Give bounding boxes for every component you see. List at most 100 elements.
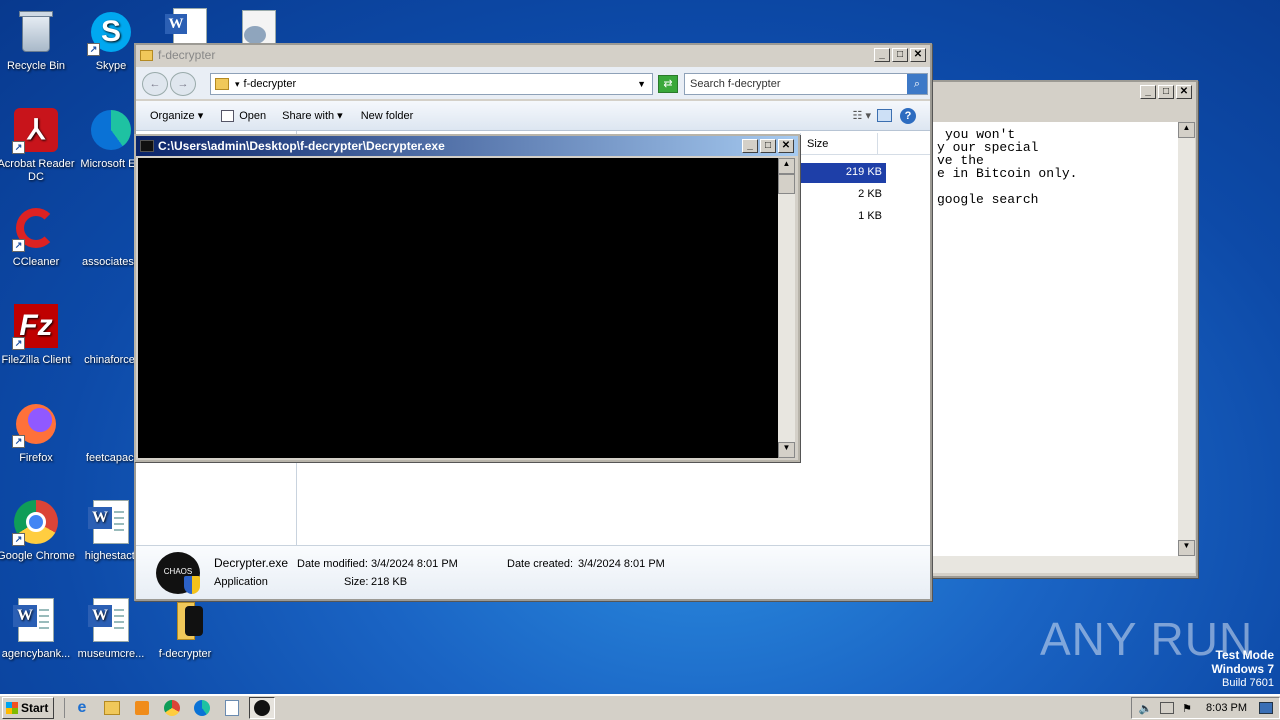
system-tray: 🔈 ⚑ 8:03 PM [1131,697,1280,719]
notepad-taskbar-icon[interactable] [219,697,245,719]
help-icon[interactable]: ? [900,107,916,124]
notepad-text-area[interactable]: you won't y our special ve the e in Bitc… [933,122,1178,556]
notepad-line: google search [937,192,1039,207]
organize-button[interactable]: Organize ▾ [150,109,203,122]
filezilla-icon: Fz ↗ [12,302,60,350]
ie-icon[interactable]: e [69,697,95,719]
console-vertical-scrollbar[interactable]: ▲ ▼ [778,158,795,458]
maximize-button[interactable]: □ [1158,85,1174,99]
windows-version-text: Windows 7 [1211,662,1274,676]
word-doc-icon[interactable]: W [165,8,210,44]
folder-icon [215,78,229,90]
close-button[interactable]: ✕ [778,139,794,153]
address-dropdown-icon[interactable]: ▼ [637,79,646,89]
word-doc-icon: W [13,598,54,642]
test-mode-text: Test Mode [1215,648,1274,662]
minimize-button[interactable]: _ [1140,85,1156,99]
open-button[interactable]: Open [221,109,266,122]
address-bar[interactable]: ▾ f-decrypter ▼ [210,73,653,95]
scroll-thumb[interactable] [778,174,795,194]
desktop-icon-chrome[interactable]: ↗ Google Chrome [0,494,75,584]
search-input[interactable]: Search f-decrypter [690,78,907,90]
search-box[interactable]: Search f-decrypter ⌕ [684,73,928,95]
details-file-name: Decrypter.exe [214,556,289,570]
console-title: C:\Users\admin\Desktop\f-decrypter\Decry… [158,139,445,153]
show-desktop-icon[interactable] [1259,702,1273,714]
details-date-created: 3/4/2024 8:01 PM [578,558,665,570]
details-size: 218 KB [371,576,408,588]
column-header-size[interactable]: Size [800,133,878,154]
word-doc-icon: W [88,598,129,642]
chrome-taskbar-icon[interactable] [159,697,185,719]
explorer-title: f-decrypter [158,48,216,62]
desktop-icon-f-decrypter[interactable]: f-decrypter [146,592,224,682]
open-icon [221,109,235,122]
view-options-icon[interactable]: ☷ ▾ [853,109,871,122]
details-file-type: Application [214,576,268,588]
minimize-button[interactable]: _ [874,48,890,62]
back-button[interactable]: ← [142,72,168,96]
notepad-titlebar[interactable]: _ □ ✕ [931,82,1196,102]
uac-shield-icon [184,576,200,594]
details-pane: CHAOS Decrypter.exe Application Date mod… [136,545,930,599]
breadcrumb-f-decrypter[interactable]: f-decrypter [244,78,638,90]
details-date-created-label: Date created: [507,558,574,570]
media-player-icon[interactable] [129,697,155,719]
console-window[interactable]: C:\Users\admin\Desktop\f-decrypter\Decry… [134,134,800,462]
network-icon[interactable] [1160,702,1175,714]
file-row-size[interactable]: 1 KB [800,207,886,227]
desktop-icon-agencybank[interactable]: W agencybank... [0,592,75,682]
close-button[interactable]: ✕ [910,48,926,62]
clock[interactable]: 8:03 PM [1206,702,1247,714]
forward-button[interactable]: → [170,72,196,96]
desktop-icon-acrobat[interactable]: ⅄ ↗ Acrobat Reader DC [0,102,75,192]
share-with-button[interactable]: Share with ▾ [282,109,343,122]
recycle-bin-icon [12,8,60,56]
details-date-modified-label: Date modified: [297,558,368,570]
console-titlebar[interactable]: C:\Users\admin\Desktop\f-decrypter\Decry… [136,136,798,156]
explorer-titlebar[interactable]: f-decrypter _ □ ✕ [136,45,930,65]
action-center-flag-icon[interactable]: ⚑ [1182,702,1192,715]
windows-logo-icon [6,702,18,714]
scroll-down-arrow-icon[interactable]: ▼ [778,442,795,458]
refresh-icon[interactable]: ⇄ [658,75,678,93]
firefox-icon: ↗ [12,400,60,448]
scroll-up-arrow-icon[interactable]: ▲ [778,158,795,174]
file-row-size[interactable]: 2 KB [800,185,886,205]
new-folder-button[interactable]: New folder [361,110,414,122]
chaos-app-icon [140,140,154,152]
desktop-icon-ccleaner[interactable]: ↗ CCleaner [0,200,75,290]
edge-taskbar-icon[interactable] [189,697,215,719]
notepad-vertical-scrollbar[interactable]: ▲ ▼ [1178,122,1195,556]
explorer-taskbar-icon[interactable] [99,697,125,719]
word-doc-icon: W [88,500,129,544]
maximize-button[interactable]: □ [892,48,908,62]
close-button[interactable]: ✕ [1176,85,1192,99]
console-taskbar-icon[interactable] [249,697,275,719]
speaker-icon[interactable]: 🔈 [1138,702,1152,715]
folder-icon [140,49,153,61]
preview-pane-icon[interactable] [877,109,892,122]
desktop-icon-recycle-bin[interactable]: Recycle Bin [0,4,75,94]
notepad-window[interactable]: _ □ ✕ you won't y our special ve the e i… [929,80,1198,578]
explorer-address-row: ← → ▾ f-decrypter ▼ ⇄ Search f-decrypter… [136,67,930,99]
taskbar: Start e 🔈 ⚑ 8:03 PM [0,694,1280,720]
details-date-modified: 3/4/2024 8:01 PM [371,558,458,570]
notepad-line: e in Bitcoin only. [937,166,1078,181]
chaos-app-icon: CHAOS [156,552,200,594]
desktop-icon-firefox[interactable]: ↗ Firefox [0,396,75,486]
notepad-horizontal-scrollbar[interactable] [933,556,1195,573]
file-row-size[interactable]: 219 KB [800,163,886,183]
desktop-icon-filezilla[interactable]: Fz ↗ FileZilla Client [0,298,75,388]
test-mode-watermark: Test Mode Windows 7 Build 7601 [1140,648,1274,690]
console-output[interactable] [138,158,778,458]
search-icon[interactable]: ⌕ [907,74,927,94]
folder-icon [161,596,209,644]
maximize-button[interactable]: □ [760,139,776,153]
minimize-button[interactable]: _ [742,139,758,153]
start-button[interactable]: Start [2,697,54,719]
breadcrumb-arrow-icon[interactable]: ▾ [235,79,240,90]
chrome-icon: ↗ [12,498,60,546]
settings-doc-icon[interactable] [240,10,280,44]
desktop-icon-museumcre[interactable]: W museumcre... [72,592,150,682]
